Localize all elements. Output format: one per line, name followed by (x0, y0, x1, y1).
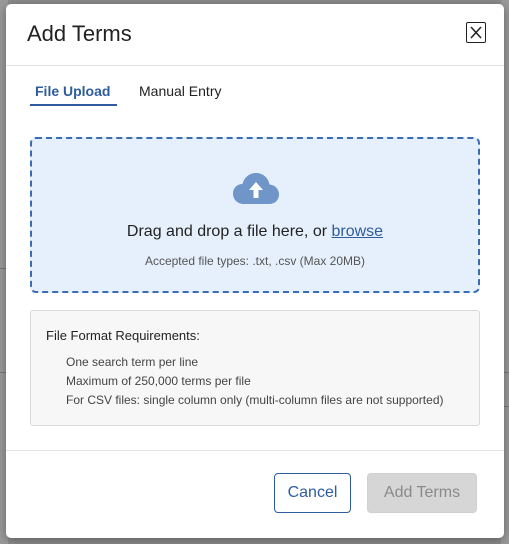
dropzone-prompt-text: Drag and drop a file here, or (126, 223, 332, 240)
close-button[interactable] (466, 22, 486, 43)
dialog-footer: Cancel Add Terms (6, 450, 504, 538)
cloud-upload-icon (233, 173, 279, 204)
dialog-title: Add Terms (27, 21, 132, 46)
active-tab-indicator (30, 104, 117, 106)
requirement-item: Maximum of 250,000 terms per file (66, 374, 251, 388)
file-format-requirements: File Format Requirements: One search ter… (30, 310, 480, 426)
tab-file-upload[interactable]: File Upload (35, 83, 110, 99)
file-dropzone[interactable]: Drag and drop a file here, or browse Acc… (30, 137, 480, 293)
browse-link[interactable]: browse (331, 223, 383, 240)
cancel-button[interactable]: Cancel (274, 473, 351, 513)
requirements-title: File Format Requirements: (46, 328, 200, 343)
close-icon (470, 26, 482, 39)
tab-manual-entry[interactable]: Manual Entry (139, 83, 221, 99)
requirements-list: One search term per line Maximum of 250,… (66, 353, 443, 410)
requirement-item: For CSV files: single column only (multi… (66, 393, 444, 407)
accepted-file-types: Accepted file types: .txt, .csv (Max 20M… (144, 254, 366, 268)
add-terms-dialog: Add Terms File Upload Manual Entry Drag … (6, 4, 504, 538)
dropzone-prompt: Drag and drop a file here, or browse (32, 223, 478, 241)
dialog-header: Add Terms (6, 4, 504, 66)
requirement-item: One search term per line (66, 355, 199, 369)
add-terms-button[interactable]: Add Terms (367, 473, 477, 513)
